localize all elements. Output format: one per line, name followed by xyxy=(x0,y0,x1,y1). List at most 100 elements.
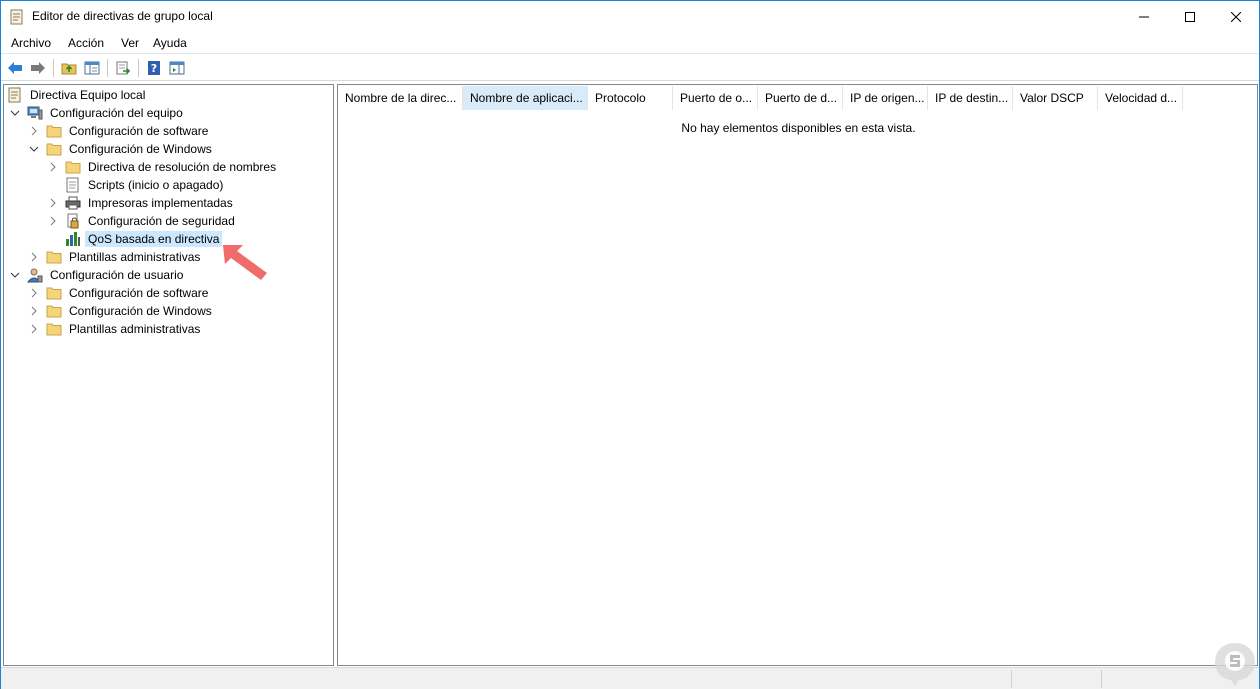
tree-item-cc-software[interactable]: Configuración de software xyxy=(29,122,211,140)
column-header-dest-port[interactable]: Puerto de d... xyxy=(758,86,843,110)
tree-pane[interactable]: Directiva Equipo local Configuración del… xyxy=(3,84,334,666)
properties-view-icon xyxy=(169,61,185,75)
menu-ayuda[interactable]: Ayuda xyxy=(153,36,187,50)
column-header-dscp[interactable]: Valor DSCP xyxy=(1013,86,1098,110)
main-window: Editor de directivas de grupo local Arch… xyxy=(0,0,1260,689)
tree-label: Impresoras implementadas xyxy=(88,196,233,210)
tree-label: Configuración de Windows xyxy=(69,142,212,156)
up-level-button[interactable] xyxy=(59,58,79,78)
tree-label: Configuración de usuario xyxy=(50,268,184,282)
window-title: Editor de directivas de grupo local xyxy=(32,9,213,23)
export-list-button[interactable] xyxy=(113,58,133,78)
tree-item-uc-windows[interactable]: Configuración de Windows xyxy=(29,302,215,320)
tree-item-cc-windows[interactable]: Configuración de Windows xyxy=(29,140,215,158)
toolbar-separator xyxy=(107,59,108,77)
security-settings-icon xyxy=(65,213,81,229)
watermark-logo-icon xyxy=(1215,643,1255,686)
bar-chart-icon xyxy=(65,231,81,247)
status-segment xyxy=(1011,670,1101,688)
tree-item-qos[interactable]: QoS basada en directiva xyxy=(65,230,223,248)
folder-icon xyxy=(46,285,62,301)
column-header-policy-name[interactable]: Nombre de la direc... xyxy=(338,86,463,110)
folder-icon xyxy=(46,321,62,337)
toolbar-separator xyxy=(53,59,54,77)
column-header-throttle-rate[interactable]: Velocidad d... xyxy=(1098,86,1183,110)
tree-label: Configuración de software xyxy=(69,124,209,138)
tree-item-uc-software[interactable]: Configuración de software xyxy=(29,284,211,302)
show-hide-tree-button[interactable] xyxy=(82,58,102,78)
tree-item-user-config[interactable]: Configuración de usuario xyxy=(10,266,186,284)
back-icon xyxy=(8,62,22,74)
tree-label: Plantillas administrativas xyxy=(69,322,201,336)
menu-bar: Archivo Acción Ver Ayuda xyxy=(1,32,1259,54)
policy-editor-app-icon xyxy=(10,9,24,25)
export-list-icon xyxy=(116,61,131,75)
minimize-button[interactable] xyxy=(1121,1,1167,32)
forward-icon xyxy=(31,62,45,74)
chevron-right-icon[interactable] xyxy=(48,216,58,226)
details-pane[interactable]: Nombre de la direc... Nombre de aplicaci… xyxy=(337,84,1258,666)
tree-label: Plantillas administrativas xyxy=(69,250,201,264)
tree-item-name-resolution[interactable]: Directiva de resolución de nombres xyxy=(48,158,279,176)
tree-item-cc-admin-templates[interactable]: Plantillas administrativas xyxy=(29,248,203,266)
chevron-right-icon[interactable] xyxy=(29,252,39,262)
tree-item-printers[interactable]: Impresoras implementadas xyxy=(48,194,236,212)
maximize-button[interactable] xyxy=(1167,1,1213,32)
toolbar: ? xyxy=(1,55,1259,81)
chevron-right-icon[interactable] xyxy=(29,306,39,316)
status-bar xyxy=(1,667,1259,689)
column-header-dest-ip[interactable]: IP de destin... xyxy=(928,86,1013,110)
tree-item-security[interactable]: Configuración de seguridad xyxy=(48,212,238,230)
help-icon: ? xyxy=(148,61,160,75)
tree-label: Configuración de Windows xyxy=(69,304,212,318)
tree-label: Directiva de resolución de nombres xyxy=(88,160,277,174)
column-header-protocol[interactable]: Protocolo xyxy=(588,86,673,110)
chevron-down-icon[interactable] xyxy=(10,108,20,118)
tree-item-uc-admin-templates[interactable]: Plantillas administrativas xyxy=(29,320,203,338)
tree-label: Scripts (inicio o apagado) xyxy=(88,178,224,192)
annotation-arrow-icon xyxy=(223,245,267,280)
folder-icon xyxy=(46,123,62,139)
chevron-right-icon[interactable] xyxy=(48,198,58,208)
up-folder-icon xyxy=(61,63,77,75)
back-button[interactable] xyxy=(5,58,25,78)
close-button[interactable] xyxy=(1213,1,1259,32)
tree-label: Configuración del equipo xyxy=(50,106,183,120)
menu-ver[interactable]: Ver xyxy=(121,36,139,50)
title-bar: Editor de directivas de grupo local xyxy=(1,1,1259,32)
tree-item-scripts[interactable]: Scripts (inicio o apagado) xyxy=(65,176,226,194)
menu-accion[interactable]: Acción xyxy=(68,36,104,50)
properties-view-button[interactable] xyxy=(167,58,187,78)
column-header-app-name[interactable]: Nombre de aplicaci... xyxy=(463,86,588,110)
status-segment xyxy=(1101,670,1191,688)
svg-text:?: ? xyxy=(151,62,157,75)
computer-icon xyxy=(27,105,43,121)
chevron-right-icon[interactable] xyxy=(29,126,39,136)
tree-label: QoS basada en directiva xyxy=(85,231,223,247)
forward-button[interactable] xyxy=(28,58,48,78)
folder-icon xyxy=(46,249,62,265)
tree-item-root[interactable]: Directiva Equipo local xyxy=(7,86,148,104)
chevron-right-icon[interactable] xyxy=(48,162,58,172)
toolbar-separator xyxy=(138,59,139,77)
menu-archivo[interactable]: Archivo xyxy=(11,36,51,50)
help-button[interactable]: ? xyxy=(144,58,164,78)
tree-item-computer-config[interactable]: Configuración del equipo xyxy=(10,104,186,122)
printer-icon xyxy=(65,195,81,211)
script-document-icon xyxy=(65,177,81,193)
tree-label: Directiva Equipo local xyxy=(30,88,146,102)
column-header-source-port[interactable]: Puerto de o... xyxy=(673,86,758,110)
chevron-down-icon[interactable] xyxy=(10,270,20,280)
show-hide-tree-icon xyxy=(84,61,100,75)
empty-list-message: No hay elementos disponibles en esta vis… xyxy=(681,121,916,135)
chevron-right-icon[interactable] xyxy=(29,324,39,334)
chevron-right-icon[interactable] xyxy=(29,288,39,298)
chevron-down-icon[interactable] xyxy=(29,144,39,154)
user-icon xyxy=(27,267,43,283)
folder-open-icon xyxy=(46,141,62,157)
folder-icon xyxy=(46,303,62,319)
tree-label: Configuración de seguridad xyxy=(88,214,235,228)
policy-document-icon xyxy=(7,87,23,103)
column-header-source-ip[interactable]: IP de origen... xyxy=(843,86,928,110)
folder-icon xyxy=(65,159,81,175)
